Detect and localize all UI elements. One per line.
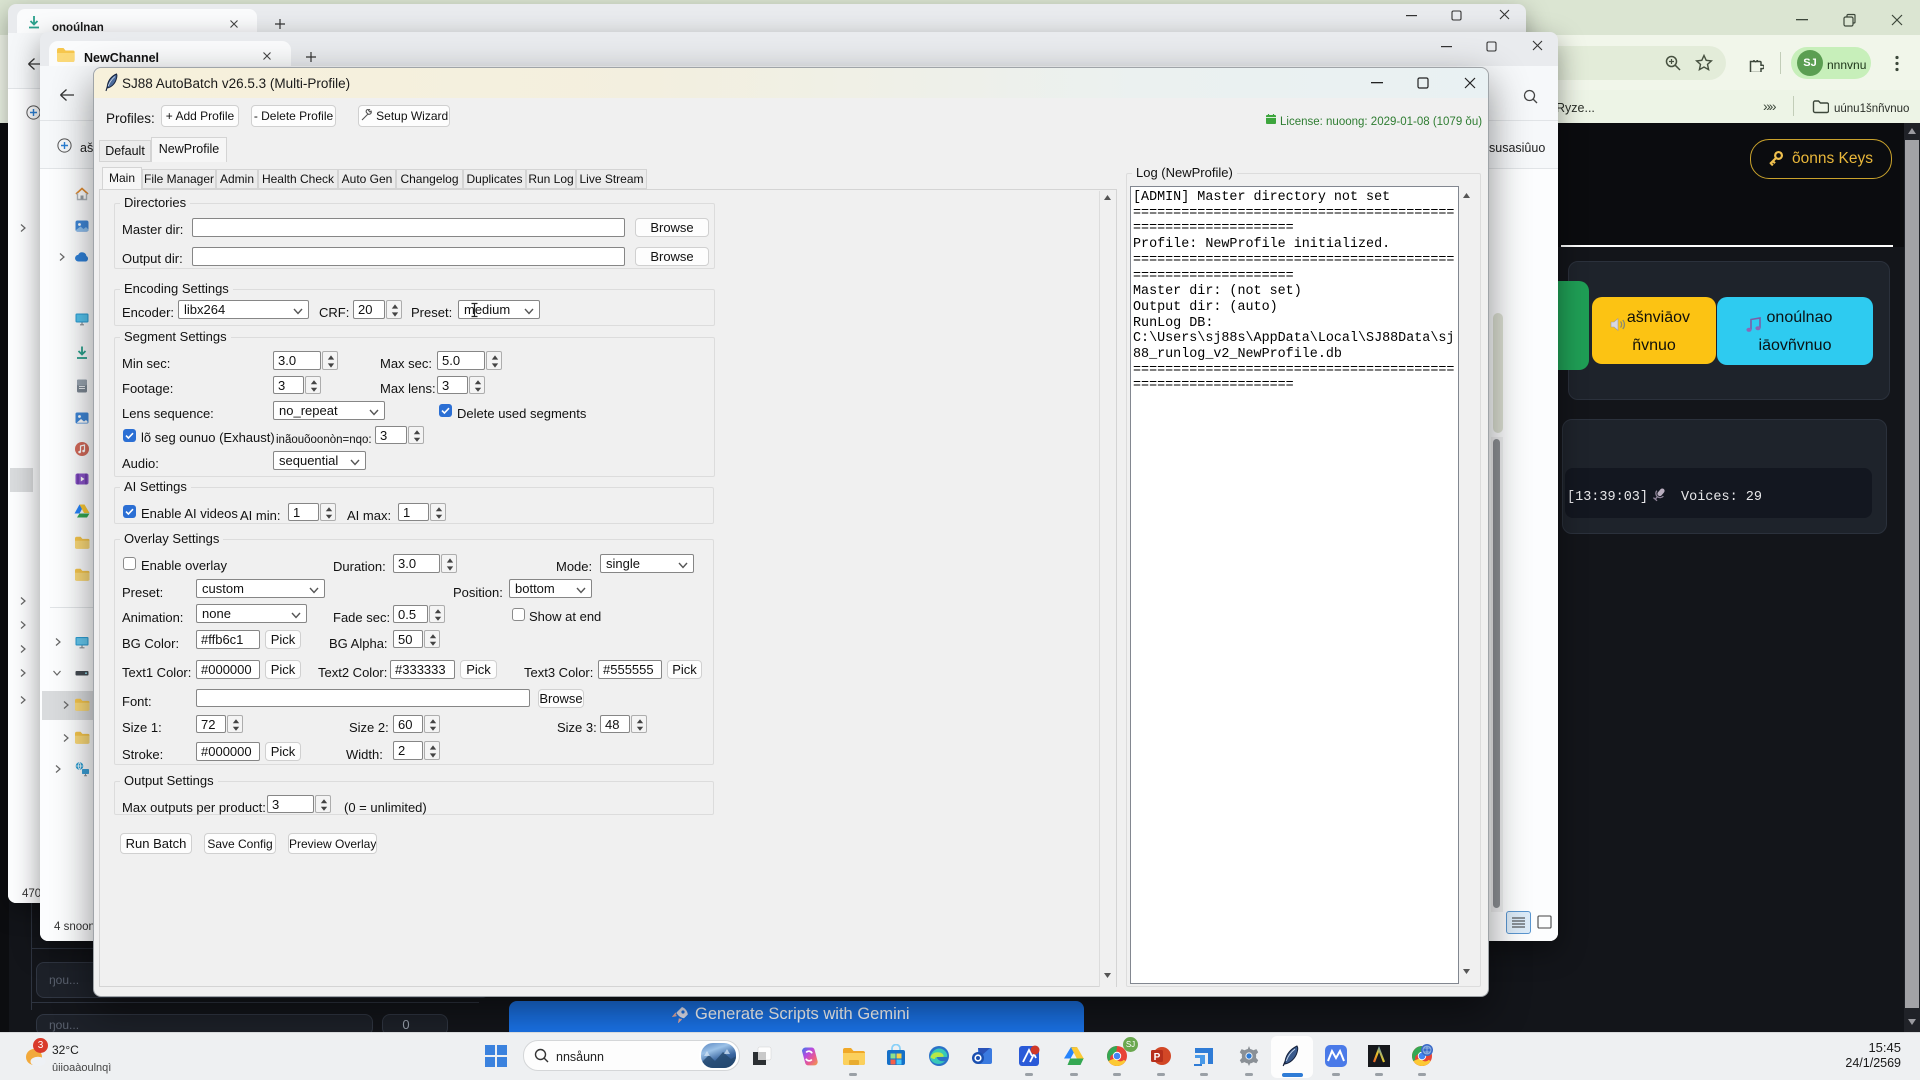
svg-text:P: P — [1154, 1052, 1161, 1063]
